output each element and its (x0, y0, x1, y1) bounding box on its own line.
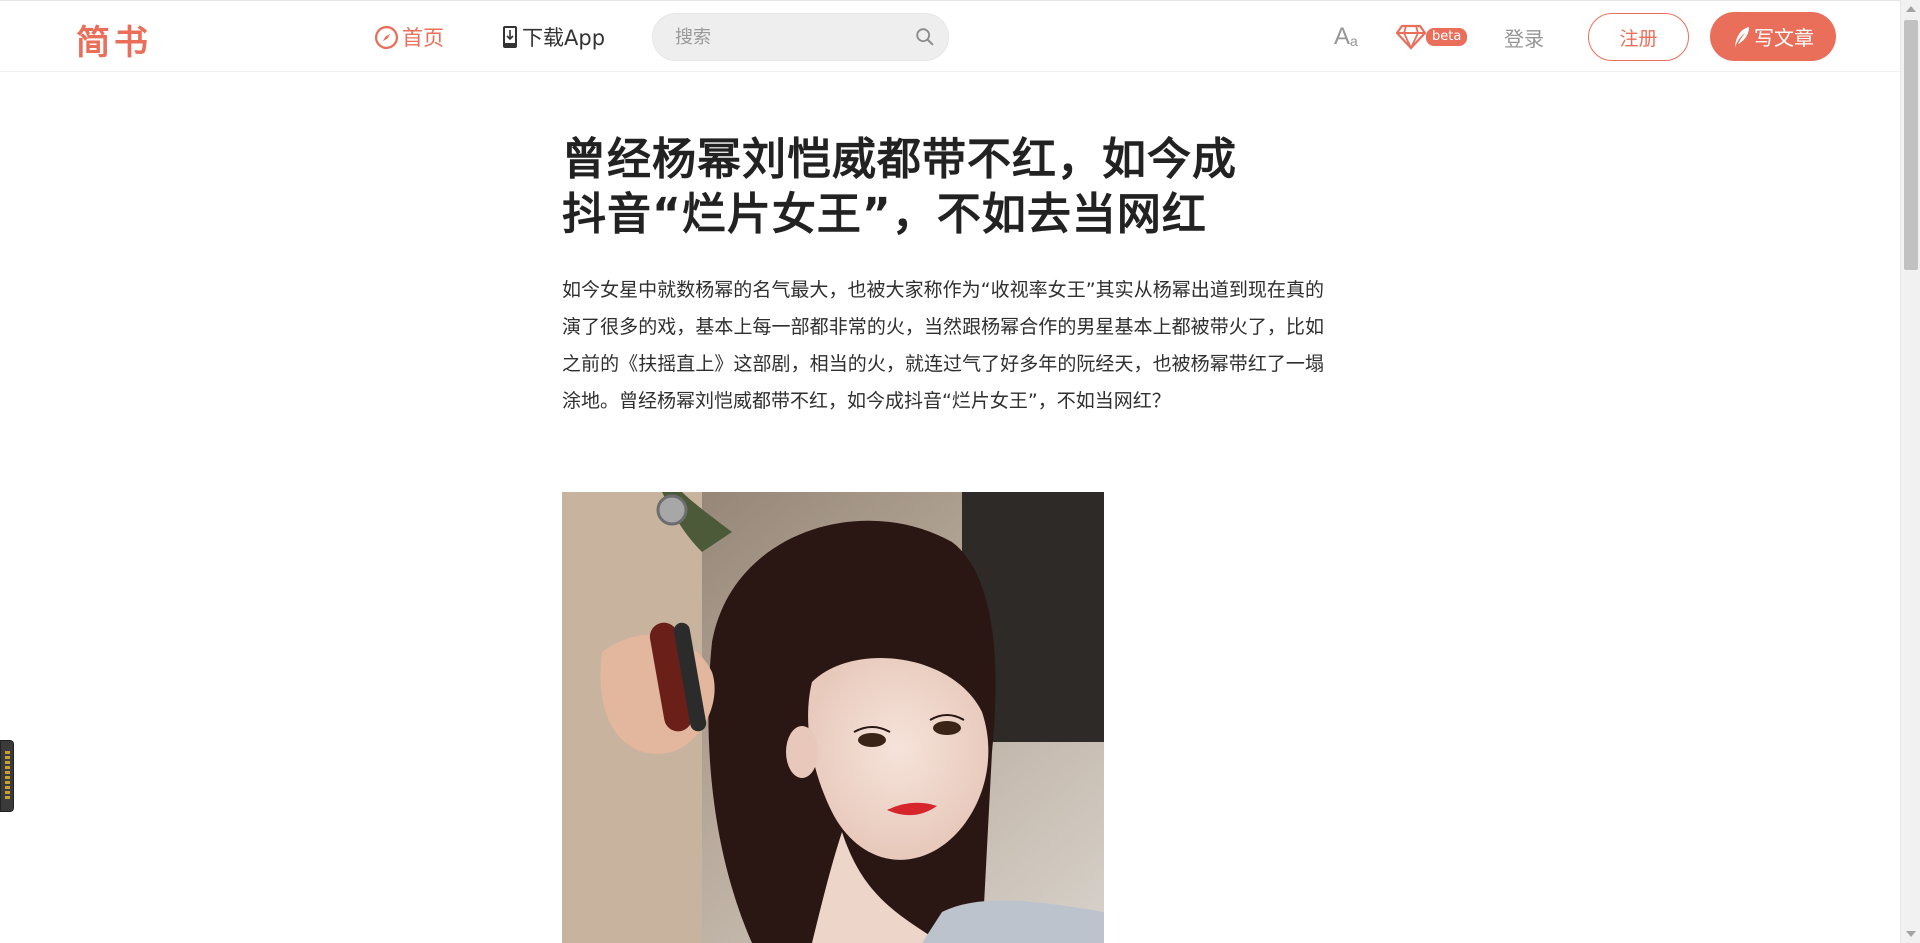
diamond-icon (1396, 24, 1426, 50)
write-article-label: 写文章 (1754, 26, 1814, 50)
nav-download-label: 下载App (522, 26, 606, 50)
write-article-button[interactable]: 写文章 (1710, 12, 1836, 61)
search-bar (652, 13, 949, 61)
search-input[interactable] (675, 14, 905, 60)
svg-text:A: A (1334, 23, 1350, 50)
side-floating-widget[interactable] (0, 740, 14, 812)
nav-download-link[interactable]: 下载App (502, 21, 605, 53)
svg-text:a: a (1350, 33, 1358, 49)
vertical-scrollbar[interactable] (1900, 0, 1920, 943)
article-photo (562, 492, 1104, 943)
article: 曾经杨幂刘恺威都带不红，如今成抖音“烂片女王”，不如去当网红 如今女星中就数杨幂… (562, 132, 1324, 420)
search-icon[interactable] (914, 26, 936, 48)
signup-button[interactable]: 注册 (1588, 13, 1689, 61)
article-intro-paragraph: 如今女星中就数杨幂的名气最大，也被大家称作为“收视率女王”其实从杨幂出道到现在真… (562, 279, 1324, 412)
top-navbar: 简书 首页 下载App A a beta 登录 注 (0, 0, 1900, 72)
beta-badge: beta (1426, 28, 1468, 46)
feather-icon (1735, 26, 1749, 47)
nav-home-label: 首页 (402, 26, 444, 50)
phone-download-icon (503, 26, 517, 48)
login-link[interactable]: 登录 (1504, 23, 1544, 52)
portrait-image (562, 492, 1104, 943)
scroll-up-arrow-icon[interactable] (1906, 6, 1916, 12)
side-widget-indicator (5, 751, 10, 801)
scroll-down-arrow-icon[interactable] (1906, 931, 1916, 937)
beta-feature-link[interactable]: beta (1396, 23, 1468, 51)
scrollbar-thumb[interactable] (1904, 20, 1918, 270)
compass-icon (374, 25, 399, 49)
article-title: 曾经杨幂刘恺威都带不红，如今成抖音“烂片女王”，不如去当网红 (562, 134, 1237, 240)
site-logo[interactable]: 简书 (76, 15, 152, 64)
nav-home-link[interactable]: 首页 (374, 21, 444, 53)
font-size-icon[interactable]: A a (1334, 21, 1362, 51)
